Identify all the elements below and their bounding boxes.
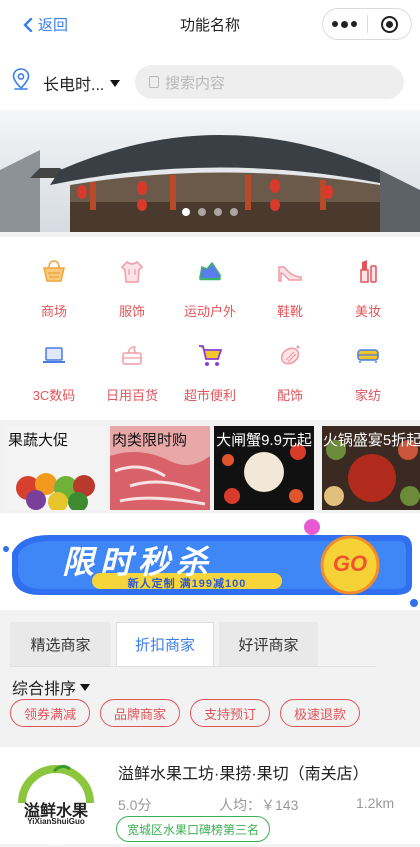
carousel-dot[interactable] bbox=[182, 208, 190, 216]
category-item-supermarket[interactable]: 超市便利 bbox=[168, 341, 252, 404]
shop-card[interactable]: 溢鲜水果 YiXianShuiGuo 溢鲜水果工坊·果捞·果切（南关店） 5.0… bbox=[0, 747, 420, 845]
carousel-dot[interactable] bbox=[214, 208, 222, 216]
tab-discount[interactable]: 折扣商家 bbox=[116, 622, 214, 666]
category-item-apparel[interactable]: 服饰 bbox=[90, 257, 174, 320]
hoodie-icon bbox=[120, 260, 144, 283]
shop-distance: 1.2km bbox=[356, 795, 395, 811]
carousel-dot[interactable] bbox=[198, 208, 206, 216]
search-glyph-icon bbox=[149, 76, 159, 88]
category-label: 商场 bbox=[40, 304, 67, 319]
category-item-beauty[interactable]: 美妆 bbox=[326, 257, 410, 320]
filter-chip[interactable]: 品牌商家 bbox=[100, 699, 180, 727]
sort-dropdown[interactable]: 综合排序 bbox=[12, 675, 91, 699]
category-label: 服饰 bbox=[118, 304, 145, 319]
sneaker-icon bbox=[199, 261, 221, 281]
filter-chip[interactable]: 领券满减 bbox=[10, 699, 90, 727]
more-dots-icon bbox=[332, 20, 358, 28]
filter-chip[interactable]: 极速退款 bbox=[280, 699, 360, 727]
category-label: 日用百货 bbox=[105, 388, 158, 403]
flash-sale-go-label: GO bbox=[332, 551, 368, 576]
category-item-digital[interactable]: 3C数码 bbox=[12, 341, 96, 404]
promo-label: 火锅盛宴5折起 bbox=[322, 432, 420, 449]
category-item-mall[interactable]: 商场 bbox=[12, 257, 96, 320]
category-label: 鞋靴 bbox=[276, 304, 303, 319]
category-item-outdoor[interactable]: 运动户外 bbox=[168, 257, 252, 320]
bedding-icon bbox=[357, 349, 379, 363]
search-placeholder: 搜索内容 bbox=[165, 74, 226, 92]
tab-divider bbox=[10, 666, 376, 667]
more-menu-button[interactable] bbox=[323, 9, 367, 39]
category-grid: 商场 服饰 运动户外 鞋靴 美妆 3C数码 日用百货 超市便利 配饰 家纺 bbox=[0, 237, 420, 420]
category-item-daily-goods[interactable]: 日用百货 bbox=[90, 341, 174, 404]
category-label: 运动户外 bbox=[183, 304, 236, 319]
top-nav-bar: 返回 功能名称 bbox=[0, 0, 420, 48]
category-item-accessories[interactable]: 配饰 bbox=[248, 341, 332, 404]
flash-sale-banner[interactable]: 限时秒杀 新人定制 满199减100 GO bbox=[0, 513, 420, 610]
shop-rank-badge: 宽城区水果口碑榜第三名 bbox=[116, 816, 271, 842]
lipstick-icon bbox=[360, 260, 377, 283]
category-item-shoes[interactable]: 鞋靴 bbox=[248, 257, 332, 320]
category-label: 3C数码 bbox=[32, 388, 76, 403]
promo-label: 大闸蟹9.9元起 bbox=[216, 432, 312, 449]
promo-tile-meat[interactable]: 肉类限时购 bbox=[110, 426, 210, 510]
city-label: 长电时... bbox=[43, 77, 105, 94]
carousel-dot[interactable] bbox=[230, 208, 238, 216]
close-mini-program-button[interactable] bbox=[368, 9, 412, 39]
carousel-indicators bbox=[0, 208, 420, 216]
promo-tile-crab[interactable]: 大闸蟹9.9元起 bbox=[214, 426, 314, 510]
category-label: 家纺 bbox=[354, 388, 381, 403]
tab-featured[interactable]: 精选商家 bbox=[10, 622, 111, 666]
mini-program-capsule bbox=[322, 8, 412, 40]
tissue-box-icon bbox=[122, 346, 142, 365]
sort-label: 综合排序 bbox=[12, 681, 77, 698]
search-input[interactable]: 搜索内容 bbox=[135, 65, 404, 99]
filter-chip[interactable]: 支持预订 bbox=[190, 699, 270, 727]
merchant-filter-section: 精选商家 折扣商家 好评商家 综合排序 领券满减 品牌商家 支持预订 极速退款 bbox=[0, 610, 420, 747]
city-selector[interactable]: 长电时... bbox=[43, 71, 121, 95]
caret-down-icon bbox=[110, 79, 121, 87]
shop-name: 溢鲜水果工坊·果捞·果切（南关店） bbox=[118, 766, 369, 783]
shop-logo-subtext: YiXianShuiGuo bbox=[27, 817, 85, 826]
promo-label: 肉类限时购 bbox=[112, 432, 188, 449]
category-label: 美妆 bbox=[354, 304, 381, 319]
caret-down-icon bbox=[80, 683, 91, 691]
shopping-cart-icon bbox=[199, 345, 223, 366]
flash-sale-subtitle: 新人定制 满199减100 bbox=[127, 578, 247, 590]
promo-tile-hotpot[interactable]: 火锅盛宴5折起 bbox=[322, 426, 420, 510]
banner-carousel[interactable] bbox=[0, 110, 420, 232]
shop-score: 5.0分 bbox=[118, 797, 152, 813]
accessory-icon bbox=[280, 345, 300, 365]
basket-icon bbox=[43, 260, 65, 282]
target-icon bbox=[380, 15, 398, 33]
laptop-icon bbox=[43, 347, 65, 363]
tab-top-rated[interactable]: 好评商家 bbox=[219, 622, 318, 666]
category-item-home-textile[interactable]: 家纺 bbox=[326, 341, 410, 404]
promo-label: 果蔬大促 bbox=[8, 432, 69, 449]
promo-tile-produce[interactable]: 果蔬大促 bbox=[6, 426, 106, 510]
shop-average-price: 人均：￥143 bbox=[219, 797, 299, 813]
location-search-row: 长电时... 搜索内容 bbox=[0, 48, 420, 110]
category-label: 超市便利 bbox=[183, 388, 236, 403]
high-heel-icon bbox=[278, 266, 302, 282]
location-pin-icon bbox=[12, 68, 30, 90]
category-label: 配饰 bbox=[276, 388, 303, 403]
